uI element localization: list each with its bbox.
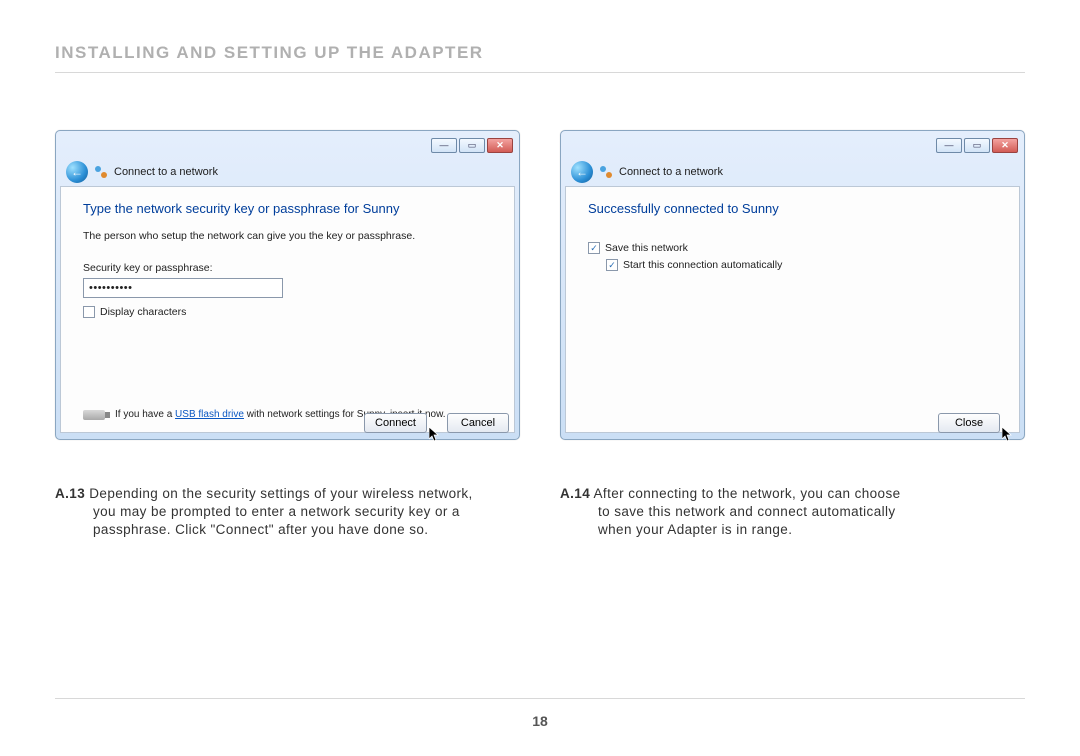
caption-line1: After connecting to the network, you can… <box>590 486 900 501</box>
caption-line3: passphrase. Click "Connect" after you ha… <box>55 521 520 539</box>
usb-flash-drive-link[interactable]: USB flash drive <box>175 409 244 420</box>
usb-note-prefix: If you have a <box>115 409 175 420</box>
dialog-body: Type the network security key or passphr… <box>60 186 515 433</box>
step-number: A.14 <box>560 486 590 501</box>
breadcrumb: Connect to a network <box>619 166 723 178</box>
cancel-button[interactable]: Cancel <box>447 413 509 433</box>
page-number: 18 <box>0 713 1080 729</box>
nav-strip: ← Connect to a network <box>60 159 515 184</box>
display-characters-row: Display characters <box>83 306 492 318</box>
back-arrow-icon[interactable]: ← <box>571 161 593 183</box>
caption-line2: you may be prompted to enter a network s… <box>55 503 520 521</box>
maximize-button[interactable]: ▭ <box>964 138 990 153</box>
content-columns: — ▭ ✕ ← Connect to a network Type the ne… <box>55 130 1025 540</box>
save-network-row: ✓ Save this network <box>588 242 997 254</box>
divider-top <box>55 72 1025 73</box>
left-column: — ▭ ✕ ← Connect to a network Type the ne… <box>55 130 520 540</box>
divider-bottom <box>55 698 1025 699</box>
minimize-button[interactable]: — <box>936 138 962 153</box>
cursor-icon <box>1002 427 1014 443</box>
breadcrumb: Connect to a network <box>114 166 218 178</box>
display-characters-label: Display characters <box>100 306 186 318</box>
auto-connect-label: Start this connection automatically <box>623 259 782 271</box>
dialog-body: Successfully connected to Sunny ✓ Save t… <box>565 186 1020 433</box>
connect-button[interactable]: Connect <box>364 413 427 433</box>
nav-strip: ← Connect to a network <box>565 159 1020 184</box>
usb-drive-icon <box>83 410 105 420</box>
network-icon <box>599 165 613 179</box>
step-number: A.13 <box>55 486 85 501</box>
dialog-security-key: — ▭ ✕ ← Connect to a network Type the ne… <box>55 130 520 440</box>
close-dialog-button[interactable]: Close <box>938 413 1000 433</box>
save-network-label: Save this network <box>605 242 688 254</box>
dialog-heading: Type the network security key or passphr… <box>83 201 492 216</box>
close-button[interactable]: ✕ <box>487 138 513 153</box>
save-network-checkbox[interactable]: ✓ <box>588 242 600 254</box>
close-button[interactable]: ✕ <box>992 138 1018 153</box>
caption-line2: to save this network and connect automat… <box>560 503 1025 521</box>
auto-connect-row: ✓ Start this connection automatically <box>606 259 997 271</box>
dialog-heading: Successfully connected to Sunny <box>588 201 997 216</box>
titlebar: — ▭ ✕ <box>60 135 515 159</box>
button-row: Close <box>938 413 1014 433</box>
page-title: INSTALLING AND SETTING UP THE ADAPTER <box>55 43 484 63</box>
passphrase-input[interactable]: •••••••••• <box>83 278 283 298</box>
display-characters-checkbox[interactable] <box>83 306 95 318</box>
caption-a13: A.13 Depending on the security settings … <box>55 485 520 540</box>
caption-line1: Depending on the security settings of yo… <box>85 486 473 501</box>
dialog-connected: — ▭ ✕ ← Connect to a network Successfull… <box>560 130 1025 440</box>
minimize-button[interactable]: — <box>431 138 457 153</box>
auto-connect-checkbox[interactable]: ✓ <box>606 259 618 271</box>
cursor-icon <box>429 427 441 443</box>
maximize-button[interactable]: ▭ <box>459 138 485 153</box>
caption-a14: A.14 After connecting to the network, yo… <box>560 485 1025 540</box>
titlebar: — ▭ ✕ <box>565 135 1020 159</box>
back-arrow-icon[interactable]: ← <box>66 161 88 183</box>
caption-line3: when your Adapter is in range. <box>560 521 1025 539</box>
right-column: — ▭ ✕ ← Connect to a network Successfull… <box>560 130 1025 540</box>
network-icon <box>94 165 108 179</box>
button-row: Connect Cancel <box>364 413 509 433</box>
dialog-subtext: The person who setup the network can giv… <box>83 230 492 242</box>
passphrase-label: Security key or passphrase: <box>83 262 492 274</box>
